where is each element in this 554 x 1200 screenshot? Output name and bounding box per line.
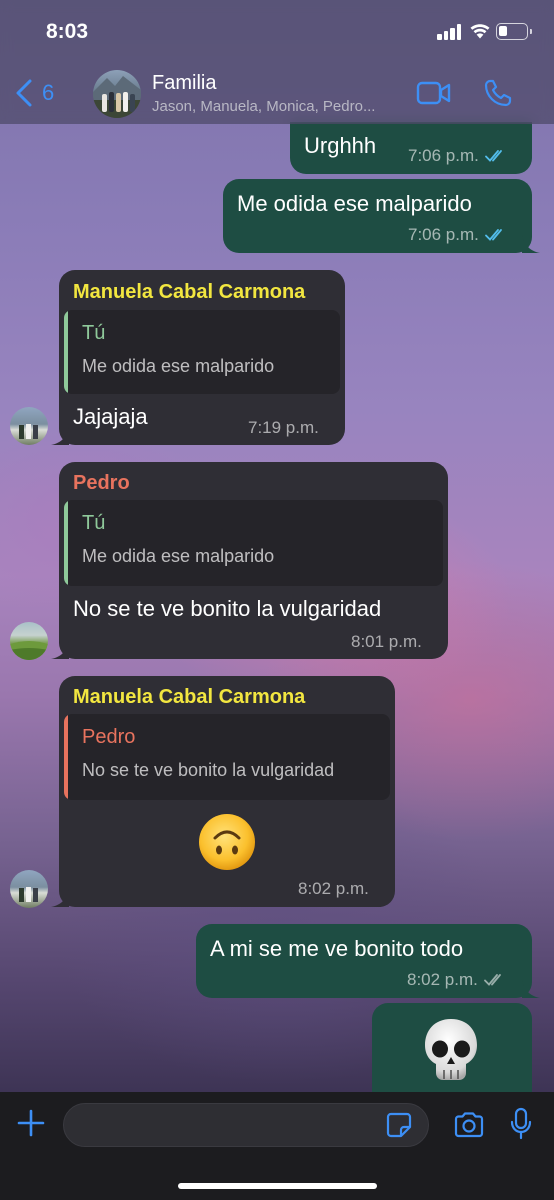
message-text: Urghhh — [304, 133, 377, 158]
message-time: 8:02 p.m. — [407, 970, 478, 989]
chevron-left-icon — [16, 79, 32, 107]
quoted-message[interactable]: Tú Me odida ese malparido — [64, 500, 443, 586]
camera-icon[interactable] — [453, 1112, 485, 1138]
message-incoming[interactable]: Manuela Cabal Carmona Tú Me odida ese ma… — [51, 270, 345, 445]
message-time: 8:02 p.m. — [298, 879, 369, 898]
message-text: Jajajaja — [73, 404, 148, 429]
message-meta: 8:02 p.m. — [407, 970, 508, 990]
chat-screen: Urghhh 7:06 p.m. Me odida ese malparido … — [0, 0, 554, 1200]
voice-call-icon[interactable] — [483, 78, 513, 108]
status-time: 8:03 — [46, 20, 89, 43]
message-time: 8:01 p.m. — [351, 632, 422, 651]
sticker-icon[interactable] — [386, 1112, 412, 1138]
wifi-icon — [470, 24, 490, 39]
read-ticks-icon — [484, 229, 502, 241]
bubble-tail — [522, 980, 540, 998]
cellular-signal-icon — [437, 24, 463, 40]
status-bar: 8:03 — [0, 0, 554, 62]
message-outgoing[interactable]: Me odida ese malparido 7:06 p.m. — [223, 179, 540, 253]
quote-author: Tú — [82, 322, 106, 344]
bubble-tail — [522, 235, 540, 253]
message-incoming[interactable]: Pedro Tú Me odida ese malparido No se te… — [51, 462, 448, 659]
quoted-message[interactable]: Pedro No se te ve bonito la vulgaridad — [64, 714, 390, 800]
message-text: No se te ve bonito la vulgaridad — [73, 596, 382, 621]
sender-avatar[interactable] — [10, 622, 48, 660]
home-indicator[interactable] — [178, 1183, 377, 1189]
message-outgoing[interactable]: A mi se me ve bonito todo 8:02 p.m. — [196, 924, 540, 998]
quote-bar — [64, 500, 68, 586]
skull-icon — [425, 1019, 477, 1080]
quote-bar — [64, 714, 68, 800]
message-time: 7:19 p.m. — [248, 418, 319, 437]
quote-bar — [64, 310, 68, 394]
group-members[interactable]: Jason, Manuela, Monica, Pedro... — [152, 98, 375, 115]
video-call-icon[interactable] — [416, 80, 452, 106]
message-text: Me odida ese malparido — [237, 191, 472, 216]
quote-author: Tú — [82, 512, 106, 534]
sender-avatar[interactable] — [10, 870, 48, 908]
battery-icon — [496, 23, 532, 40]
sender-name: Manuela Cabal Carmona — [73, 686, 306, 708]
message-input[interactable] — [63, 1103, 429, 1147]
chat-header: 8:03 6 Familia Jason, Manuela, Monica, P… — [0, 0, 554, 124]
bubble-tail — [51, 889, 69, 907]
sender-avatar[interactable] — [10, 407, 48, 445]
message-meta: 7:06 p.m. — [408, 225, 509, 245]
message-text: A mi se me ve bonito todo — [210, 936, 464, 961]
sender-name: Manuela Cabal Carmona — [73, 281, 306, 303]
group-avatar[interactable] — [93, 70, 141, 118]
sender-name: Pedro — [73, 472, 130, 494]
quoted-message[interactable]: Tú Me odida ese malparido — [64, 310, 340, 394]
quote-text: Me odida ese malparido — [82, 356, 275, 376]
group-name[interactable]: Familia — [152, 72, 216, 95]
nav-bar: 6 Familia Jason, Manuela, Monica, Pedro.… — [0, 62, 554, 124]
message-outgoing[interactable]: Urghhh 7:06 p.m. — [290, 122, 532, 174]
quote-text: Me odida ese malparido — [82, 546, 275, 566]
microphone-icon[interactable] — [509, 1107, 533, 1141]
unread-count: 6 — [42, 80, 55, 105]
quote-text: No se te ve bonito la vulgaridad — [82, 760, 335, 780]
message-time: 7:06 p.m. — [408, 225, 479, 244]
read-ticks-icon — [484, 150, 502, 162]
message-time: 7:06 p.m. — [408, 146, 479, 165]
upside-down-face-icon — [199, 814, 255, 870]
bubble-tail — [51, 641, 69, 659]
message-incoming[interactable]: Manuela Cabal Carmona Pedro No se te ve … — [51, 676, 395, 907]
back-button[interactable]: 6 — [14, 76, 54, 110]
quote-author: Pedro — [82, 726, 136, 748]
delivered-ticks-icon — [483, 974, 501, 986]
message-meta: 7:06 p.m. — [408, 146, 509, 166]
bubble-tail — [51, 427, 69, 445]
plus-icon[interactable] — [16, 1108, 46, 1138]
